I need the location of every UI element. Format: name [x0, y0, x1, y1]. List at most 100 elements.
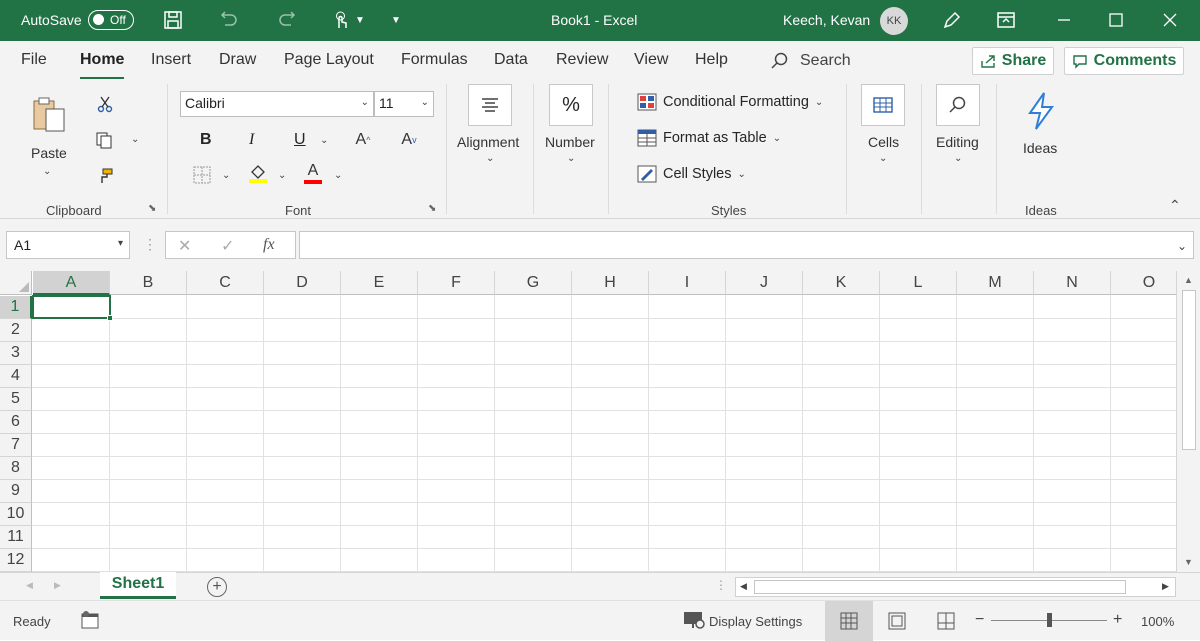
ideas-lightning-icon[interactable]	[1024, 91, 1058, 131]
fill-color-icon[interactable]	[248, 163, 268, 185]
number-chevron-icon[interactable]: ⌄	[567, 153, 575, 164]
maximize-icon[interactable]	[1104, 8, 1128, 32]
scroll-left-icon[interactable]: ◀	[740, 581, 747, 592]
copy-chevron-icon[interactable]: ⌄	[131, 134, 139, 145]
column-header-m[interactable]: M	[957, 271, 1034, 295]
tab-draw[interactable]: Draw	[219, 51, 256, 69]
zoom-level[interactable]: 100%	[1141, 614, 1174, 629]
vertical-scrollbar[interactable]: ▲ ▼	[1176, 271, 1200, 572]
zoom-out-button[interactable]: −	[975, 611, 984, 629]
cut-icon[interactable]	[94, 93, 116, 115]
copy-icon[interactable]	[92, 129, 116, 151]
decrease-font-icon[interactable]: Av	[398, 129, 420, 151]
font-color-chevron-icon[interactable]: ⌄	[334, 170, 342, 181]
column-header-k[interactable]: K	[803, 271, 880, 295]
page-layout-view-icon[interactable]	[887, 611, 907, 631]
cancel-icon[interactable]: ✕	[178, 236, 191, 256]
column-header-b[interactable]: B	[110, 271, 187, 295]
bold-button[interactable]: B	[200, 131, 212, 149]
zoom-in-button[interactable]: +	[1113, 611, 1122, 629]
undo-icon[interactable]	[216, 8, 242, 32]
paste-label[interactable]: Paste	[31, 145, 67, 161]
ribbon-display-icon[interactable]	[994, 8, 1018, 32]
cells-label[interactable]: Cells	[868, 134, 899, 150]
row-header-8[interactable]: 8	[0, 457, 32, 480]
fill-color-chevron-icon[interactable]: ⌄	[278, 170, 286, 181]
row-header-6[interactable]: 6	[0, 411, 32, 434]
column-header-n[interactable]: N	[1034, 271, 1111, 295]
column-header-d[interactable]: D	[264, 271, 341, 295]
cells-icon[interactable]	[861, 84, 905, 126]
close-icon[interactable]	[1158, 8, 1182, 32]
horizontal-scroll-thumb[interactable]	[754, 580, 1126, 594]
row-header-11[interactable]: 11	[0, 526, 32, 549]
font-launcher-icon[interactable]: ⬊	[428, 203, 436, 214]
tab-data[interactable]: Data	[494, 51, 528, 69]
display-settings-label[interactable]: Display Settings	[709, 614, 802, 629]
row-header-12[interactable]: 12	[0, 549, 32, 572]
redo-icon[interactable]	[274, 8, 300, 32]
alignment-icon[interactable]	[468, 84, 512, 126]
row-header-10[interactable]: 10	[0, 503, 32, 526]
tab-home[interactable]: Home	[80, 51, 125, 80]
row-header-4[interactable]: 4	[0, 365, 32, 388]
column-header-g[interactable]: G	[495, 271, 572, 295]
cell-styles-button[interactable]: Cell Styles ⌄	[637, 165, 746, 183]
select-all-button[interactable]	[0, 271, 32, 295]
name-box-chevron-icon[interactable]: ▾	[118, 238, 123, 249]
underline-button[interactable]: U	[294, 131, 306, 149]
row-header-9[interactable]: 9	[0, 480, 32, 503]
row-header-2[interactable]: 2	[0, 319, 32, 342]
tab-view[interactable]: View	[634, 51, 668, 69]
search-box[interactable]: Search	[770, 51, 851, 71]
paste-icon[interactable]	[28, 95, 68, 135]
borders-icon[interactable]	[192, 165, 212, 185]
column-header-o[interactable]: O	[1111, 271, 1176, 295]
cells-chevron-icon[interactable]: ⌄	[879, 153, 887, 164]
pen-icon[interactable]	[940, 8, 964, 32]
vertical-scroll-thumb[interactable]	[1182, 290, 1196, 450]
editing-chevron-icon[interactable]: ⌄	[954, 153, 962, 164]
tab-formulas[interactable]: Formulas	[401, 51, 468, 69]
borders-chevron-icon[interactable]: ⌄	[222, 170, 230, 181]
customize-toolbar-icon[interactable]: ▼	[388, 8, 404, 32]
zoom-slider-thumb[interactable]	[1047, 613, 1052, 627]
row-header-7[interactable]: 7	[0, 434, 32, 457]
clipboard-launcher-icon[interactable]: ⬊	[148, 203, 156, 214]
column-header-i[interactable]: I	[649, 271, 726, 295]
page-break-view-icon[interactable]	[936, 611, 956, 631]
format-painter-icon[interactable]	[94, 165, 116, 187]
font-name-combo[interactable]: Calibri ⌄	[180, 91, 374, 117]
paste-chevron-icon[interactable]: ⌄	[43, 166, 51, 177]
row-header-1[interactable]: 1	[0, 296, 32, 319]
conditional-formatting-button[interactable]: Conditional Formatting ⌄	[637, 93, 823, 111]
editing-icon[interactable]	[936, 84, 980, 126]
row-header-5[interactable]: 5	[0, 388, 32, 411]
ideas-button-label[interactable]: Ideas	[1023, 140, 1057, 156]
font-color-icon[interactable]: A	[303, 161, 323, 185]
autosave-toggle[interactable]: Off	[88, 10, 134, 30]
display-settings-icon[interactable]	[683, 610, 705, 630]
user-name[interactable]: Keech, Kevan	[783, 12, 870, 28]
scroll-right-icon[interactable]: ▶	[1162, 581, 1169, 592]
scroll-down-icon[interactable]: ▼	[1184, 557, 1193, 567]
save-icon[interactable]	[160, 8, 186, 32]
column-header-a[interactable]: A	[33, 271, 110, 295]
avatar[interactable]: KK	[880, 7, 908, 35]
font-size-combo[interactable]: 11 ⌄	[374, 91, 434, 117]
more-options-icon[interactable]: ⋮	[143, 236, 157, 253]
underline-chevron-icon[interactable]: ⌄	[320, 135, 328, 146]
worksheet-grid[interactable]: ABCDEFGHIJKLMNO 1 2 3 4 5 6 7 8 9 10 11 12	[0, 271, 1176, 572]
tab-help[interactable]: Help	[695, 51, 728, 69]
column-header-j[interactable]: J	[726, 271, 803, 295]
column-header-e[interactable]: E	[341, 271, 418, 295]
fill-handle[interactable]	[107, 315, 113, 321]
column-header-l[interactable]: L	[880, 271, 957, 295]
column-header-f[interactable]: F	[418, 271, 495, 295]
italic-button[interactable]: I	[249, 131, 254, 149]
add-sheet-icon[interactable]: +	[207, 577, 227, 597]
enter-icon[interactable]: ✓	[221, 236, 234, 256]
comments-button[interactable]: Comments	[1064, 47, 1184, 75]
editing-label[interactable]: Editing	[936, 134, 979, 150]
format-as-table-button[interactable]: Format as Table ⌄	[637, 129, 781, 147]
